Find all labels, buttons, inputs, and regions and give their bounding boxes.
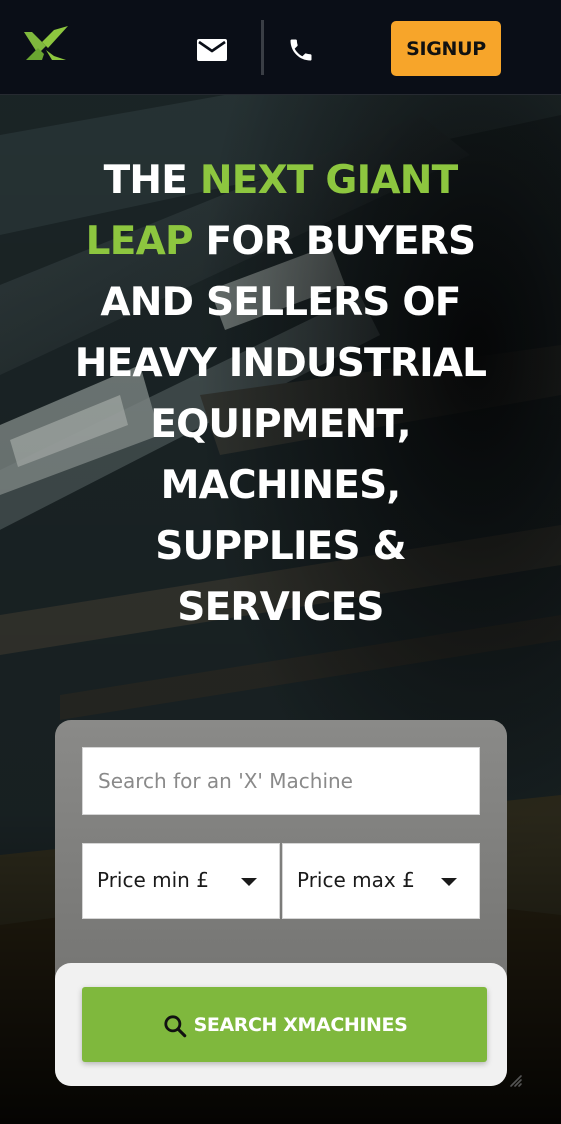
price-max-label: Price max £ bbox=[297, 868, 415, 892]
header-divider bbox=[261, 20, 264, 75]
chevron-down-icon bbox=[241, 878, 257, 886]
resize-handle-icon[interactable] bbox=[507, 1072, 523, 1088]
search-icon bbox=[162, 1013, 188, 1039]
headline-text-end: FOR BUYERS AND SELLERS OF HEAVY INDUSTRI… bbox=[74, 219, 487, 630]
signup-button[interactable]: SIGNUP bbox=[391, 21, 501, 76]
price-max-select[interactable]: Price max £ bbox=[282, 843, 480, 919]
search-button-label: SEARCH XMACHINES bbox=[193, 1013, 408, 1036]
chevron-down-icon bbox=[441, 878, 457, 886]
mail-icon[interactable] bbox=[194, 33, 230, 67]
price-min-label: Price min £ bbox=[97, 868, 209, 892]
search-xmachines-button[interactable]: SEARCH XMACHINES bbox=[82, 987, 487, 1062]
headline-text-start: THE bbox=[103, 158, 200, 203]
x-logo-icon[interactable] bbox=[24, 26, 68, 60]
site-header: SIGNUP bbox=[0, 0, 561, 95]
price-min-select[interactable]: Price min £ bbox=[82, 843, 280, 919]
hero-headline: THE NEXT GIANT LEAP FOR BUYERS AND SELLE… bbox=[60, 150, 501, 638]
machine-search-input[interactable] bbox=[82, 747, 480, 815]
phone-icon[interactable] bbox=[283, 32, 319, 68]
